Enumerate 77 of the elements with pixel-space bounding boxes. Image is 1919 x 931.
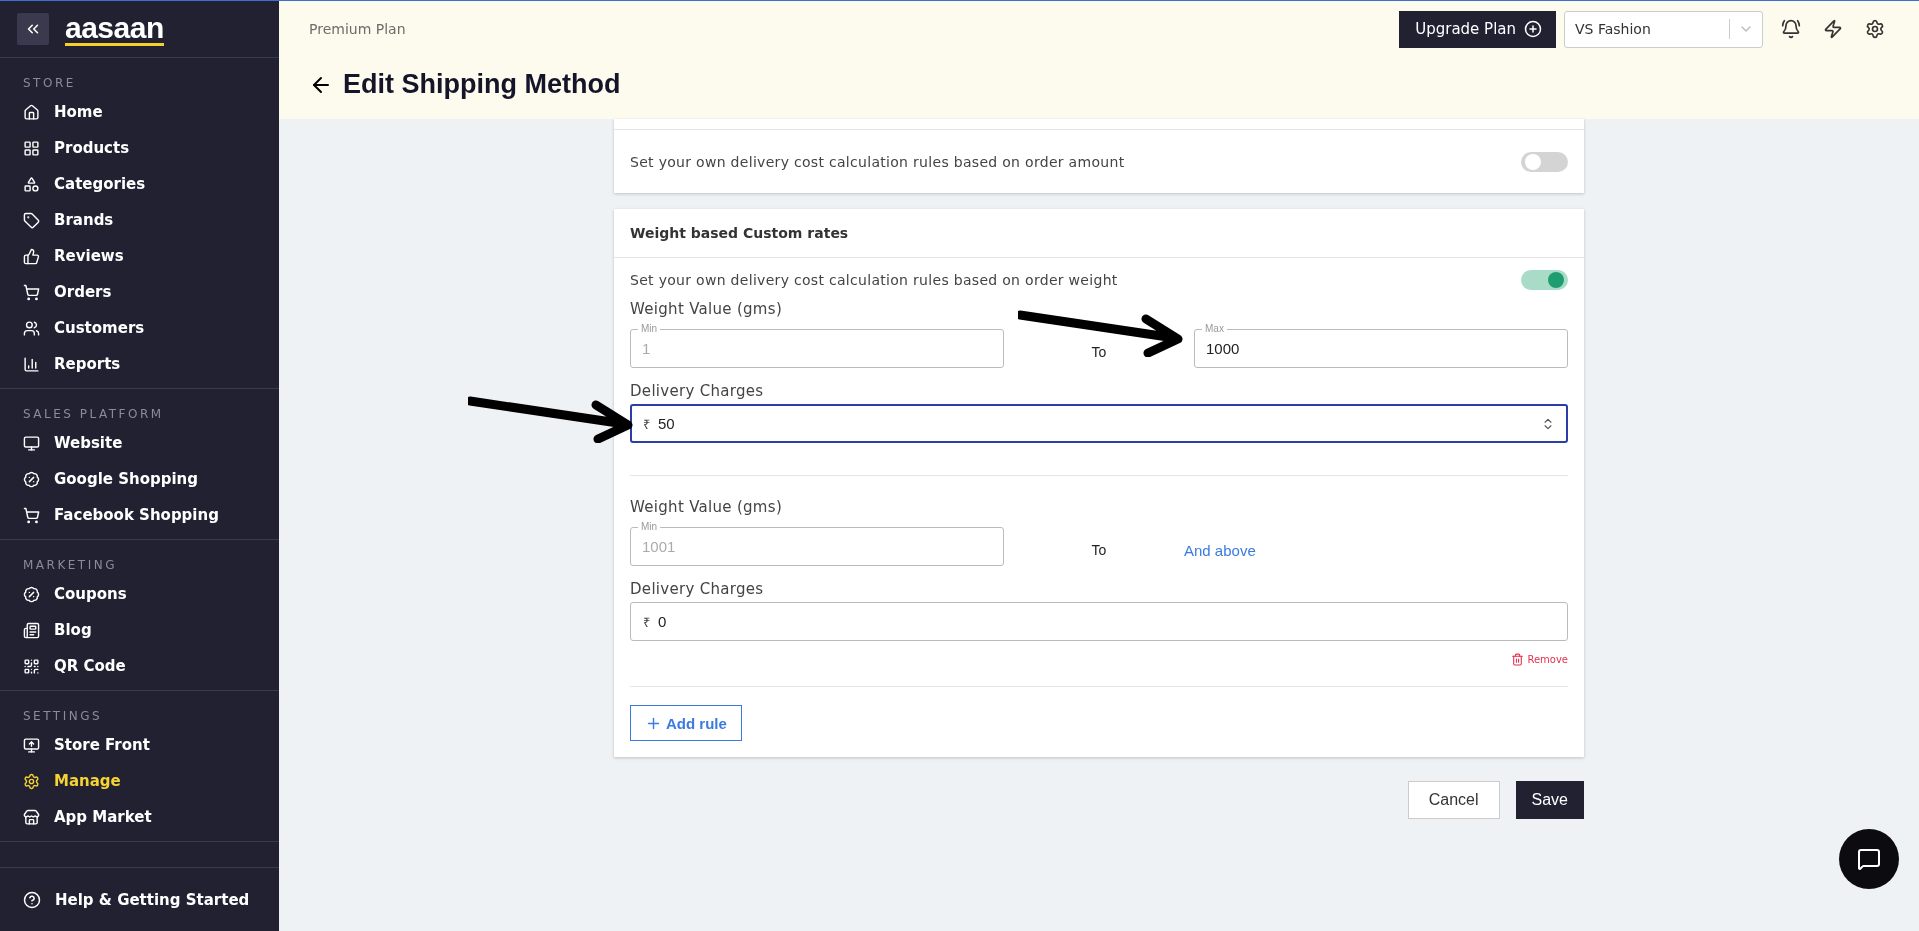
charges-field[interactable]: ₹ 0 bbox=[630, 602, 1568, 641]
field-value: 50 bbox=[658, 415, 675, 432]
settings-icon bbox=[1865, 19, 1885, 39]
toggle-switch[interactable] bbox=[1521, 151, 1568, 172]
sidebar-item[interactable]: Products bbox=[0, 130, 279, 166]
sidebar-item[interactable]: Brands bbox=[0, 202, 279, 238]
bar-chart-icon bbox=[23, 355, 40, 373]
description: Set your own delivery cost calculation rules based on order weight bbox=[630, 272, 1118, 288]
remove-link[interactable]: Remove bbox=[1511, 653, 1568, 666]
plan-label: Premium Plan bbox=[309, 21, 406, 37]
cart-icon bbox=[23, 283, 40, 301]
sidebar-item[interactable]: Categories bbox=[0, 166, 279, 202]
sidebar-item[interactable]: Facebook Shopping bbox=[0, 497, 279, 533]
page-title: Edit Shipping Method bbox=[343, 69, 621, 100]
field-label: Min bbox=[638, 521, 661, 533]
upgrade-button[interactable]: Upgrade Plan bbox=[1399, 10, 1556, 48]
users-icon bbox=[23, 319, 40, 337]
section-heading: STORE bbox=[22, 75, 77, 92]
sidebar-item[interactable]: Manage bbox=[0, 763, 279, 799]
badge-icon bbox=[23, 585, 40, 603]
section-heading: MARKETING bbox=[22, 557, 118, 574]
grid-icon bbox=[23, 139, 40, 157]
field-value: 0 bbox=[658, 613, 667, 630]
sidebar-item[interactable]: Google Shopping bbox=[0, 461, 279, 497]
gear-icon bbox=[23, 772, 40, 790]
home-icon bbox=[23, 103, 40, 121]
add-rule-button[interactable]: Add rule bbox=[630, 705, 742, 741]
section-heading: SALES PLATFORM bbox=[22, 406, 165, 423]
and-above-link[interactable]: And above bbox=[1184, 541, 1568, 559]
sidebar-item[interactable]: Website bbox=[0, 425, 279, 461]
section-heading: SETTINGS bbox=[22, 708, 104, 725]
field-label: Delivery Charges bbox=[630, 580, 765, 598]
bell-icon bbox=[1781, 19, 1801, 39]
sidebar-item[interactable]: Reviews bbox=[0, 238, 279, 274]
help-icon bbox=[23, 890, 41, 909]
field-label: Max bbox=[1202, 323, 1227, 335]
sidebar-item[interactable]: Store Front bbox=[0, 727, 279, 763]
monitor-icon bbox=[23, 736, 40, 754]
sidebar-item[interactable]: Customers bbox=[0, 310, 279, 346]
monitor-icon bbox=[23, 434, 40, 452]
logo: aasaan bbox=[65, 12, 164, 46]
sidebar-item[interactable]: Orders bbox=[0, 274, 279, 310]
cancel-button[interactable]: Cancel bbox=[1407, 781, 1500, 819]
badge-icon bbox=[23, 470, 40, 488]
shapes-icon bbox=[23, 175, 40, 193]
toggle-switch[interactable] bbox=[1521, 270, 1568, 290]
sidebar-item[interactable]: Blog bbox=[0, 612, 279, 648]
tag-icon bbox=[23, 211, 40, 229]
currency-symbol: ₹ bbox=[643, 415, 650, 433]
sidebar-item[interactable]: Home bbox=[0, 94, 279, 130]
description: Set your own delivery cost calculation rules based on order amount bbox=[630, 153, 1125, 170]
qr-code-icon bbox=[23, 657, 40, 675]
field-label: Weight Value (gms) bbox=[630, 300, 784, 318]
sidebar-item[interactable]: Reports bbox=[0, 346, 279, 382]
field-label: Min bbox=[638, 323, 661, 335]
to-label: To bbox=[1091, 542, 1107, 558]
to-label: To bbox=[1091, 344, 1107, 360]
store-icon bbox=[23, 808, 40, 826]
thumbs-up-icon bbox=[23, 247, 40, 265]
store-select[interactable]: VS Fashion bbox=[1564, 10, 1763, 48]
article-icon bbox=[23, 621, 40, 639]
trash-icon bbox=[1511, 653, 1525, 666]
field-label: Weight Value (gms) bbox=[630, 498, 784, 516]
field-label: Delivery Charges bbox=[630, 382, 765, 400]
lightning-icon bbox=[1823, 19, 1843, 39]
sidebar-item[interactable]: Coupons bbox=[0, 576, 279, 612]
charges-field[interactable]: ₹ 50 bbox=[630, 404, 1568, 443]
currency-symbol: ₹ bbox=[643, 613, 650, 631]
card-title: Weight based Custom rates bbox=[614, 209, 1584, 258]
sidebar-item[interactable]: App Market bbox=[0, 799, 279, 835]
plus-circle-icon bbox=[1524, 20, 1542, 38]
sidebar-item[interactable]: QR Code bbox=[0, 648, 279, 684]
save-button[interactable]: Save bbox=[1515, 781, 1584, 819]
collapse-button[interactable] bbox=[17, 13, 49, 45]
max-field[interactable]: Max 1000 bbox=[1194, 322, 1568, 368]
chat-icon bbox=[1857, 847, 1881, 871]
cart-icon bbox=[23, 506, 40, 524]
